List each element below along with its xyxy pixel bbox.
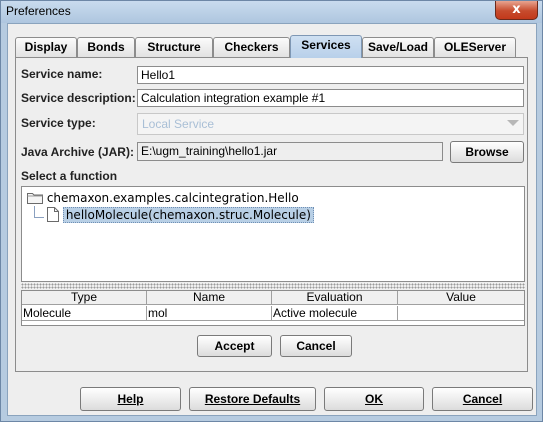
ok-label: OK bbox=[365, 392, 383, 406]
title-bar[interactable]: Preferences x bbox=[1, 1, 542, 23]
tree-root-label: chemaxon.examples.calcintegration.Hello bbox=[46, 191, 299, 205]
tab-label: OLEServer bbox=[443, 40, 507, 54]
jar-label: Java Archive (JAR): bbox=[21, 145, 134, 159]
preferences-dialog: Preferences x Display Bonds Structure Ch… bbox=[0, 0, 543, 422]
function-tree[interactable]: chemaxon.examples.calcintegration.Hello … bbox=[21, 186, 525, 282]
column-header-type[interactable]: Type bbox=[22, 291, 147, 305]
service-description-label: Service description: bbox=[21, 91, 136, 105]
tab-label: Services bbox=[301, 38, 351, 52]
tab-label: Checkers bbox=[224, 40, 279, 54]
tab-structure[interactable]: Structure bbox=[135, 37, 213, 57]
service-type-value: Local Service bbox=[142, 117, 215, 131]
document-icon bbox=[47, 207, 59, 225]
column-header-name[interactable]: Name bbox=[147, 291, 272, 305]
dialog-content: Display Bonds Structure Checkers Service… bbox=[7, 23, 537, 416]
jar-path-input[interactable]: E:\ugm_training\hello1.jar bbox=[137, 142, 443, 161]
tab-bonds[interactable]: Bonds bbox=[77, 37, 135, 57]
tree-root-node[interactable]: chemaxon.examples.calcintegration.Hello bbox=[27, 191, 299, 207]
services-panel: Service name: Hello1 Service description… bbox=[15, 57, 528, 372]
tab-services[interactable]: Services bbox=[290, 35, 362, 58]
help-button[interactable]: Help bbox=[80, 387, 181, 411]
service-type-label: Service type: bbox=[21, 116, 96, 130]
chevron-down-icon bbox=[507, 120, 519, 126]
column-header-evaluation[interactable]: Evaluation bbox=[272, 291, 398, 305]
tree-child-label: helloMolecule(chemaxon.struc.Molecule) bbox=[62, 207, 314, 223]
tab-label: Structure bbox=[147, 40, 201, 54]
service-description-input[interactable]: Calculation integration example #1 bbox=[137, 89, 524, 107]
tab-label: Bonds bbox=[87, 40, 125, 54]
service-name-input[interactable]: Hello1 bbox=[137, 66, 524, 84]
cancel-label: Cancel bbox=[462, 392, 503, 406]
tab-checkers[interactable]: Checkers bbox=[213, 37, 290, 57]
tab-label: Save/Load bbox=[367, 40, 429, 54]
table-cell[interactable]: mol bbox=[147, 306, 272, 321]
cancel-button[interactable]: Cancel bbox=[432, 387, 533, 411]
tab-oleserver[interactable]: OLEServer bbox=[434, 37, 516, 57]
browse-button[interactable]: Browse bbox=[450, 141, 524, 163]
table-cell[interactable]: Active molecule bbox=[272, 306, 398, 321]
tab-display[interactable]: Display bbox=[15, 37, 77, 57]
close-button[interactable]: x bbox=[495, 1, 538, 20]
help-label: Help bbox=[117, 392, 144, 406]
tree-connector bbox=[34, 206, 44, 218]
column-header-value[interactable]: Value bbox=[398, 291, 524, 305]
tab-label: Display bbox=[24, 40, 68, 54]
folder-icon bbox=[27, 191, 43, 207]
restore-defaults-label: Restore Defaults bbox=[204, 392, 301, 406]
parameters-table[interactable]: Type Name Evaluation Value Molecule mol … bbox=[21, 290, 525, 326]
select-function-label: Select a function bbox=[21, 169, 118, 183]
tab-save-load[interactable]: Save/Load bbox=[362, 37, 434, 57]
service-type-select[interactable]: Local Service bbox=[137, 113, 524, 135]
window-title: Preferences bbox=[6, 4, 71, 18]
close-icon: x bbox=[512, 2, 521, 17]
accept-button[interactable]: Accept bbox=[197, 335, 272, 357]
table-cell[interactable]: Molecule bbox=[22, 306, 147, 321]
tree-child-node[interactable]: helloMolecule(chemaxon.struc.Molecule) bbox=[47, 207, 314, 225]
restore-defaults-button[interactable]: Restore Defaults bbox=[189, 387, 316, 411]
panel-cancel-button[interactable]: Cancel bbox=[280, 335, 352, 357]
table-cell[interactable] bbox=[398, 306, 524, 321]
ok-button[interactable]: OK bbox=[324, 387, 424, 411]
split-pane-divider[interactable] bbox=[21, 283, 525, 289]
service-name-label: Service name: bbox=[21, 67, 103, 81]
